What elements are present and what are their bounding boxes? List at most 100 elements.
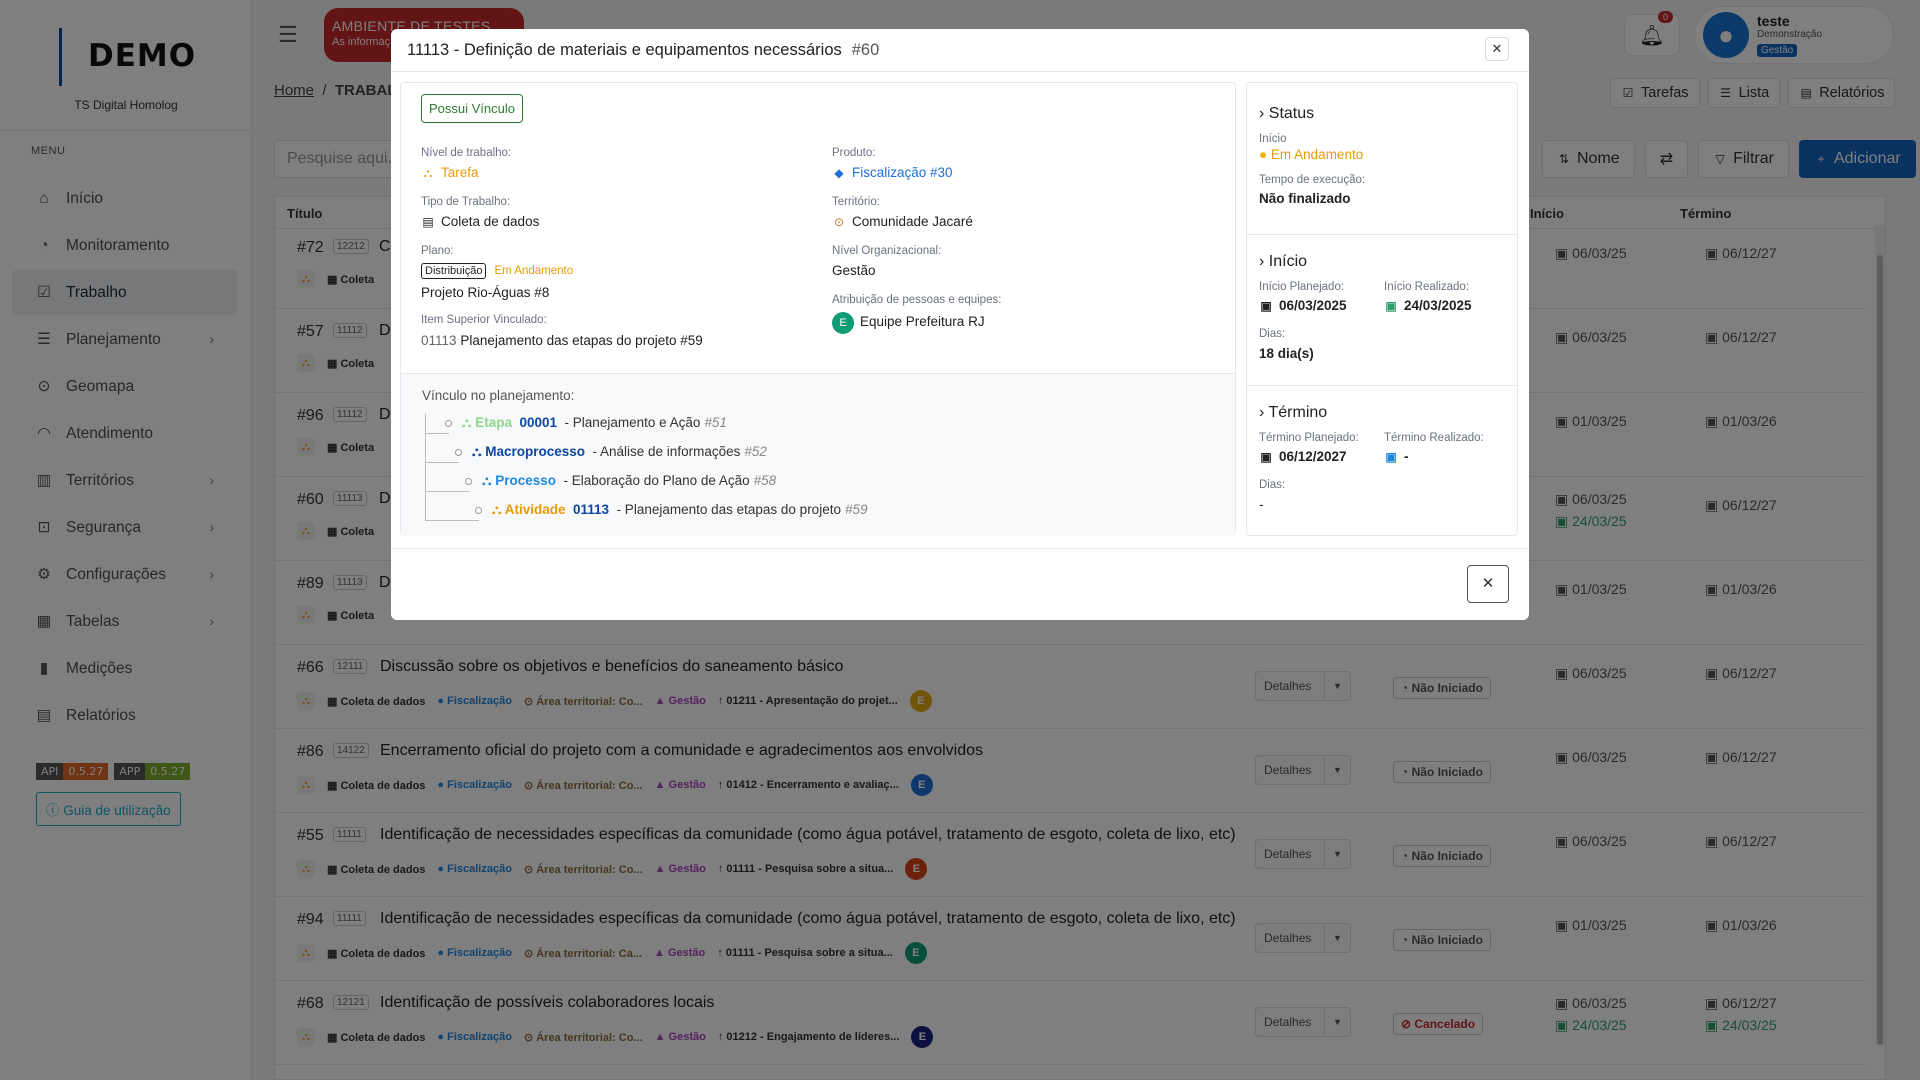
modal-id: #60 <box>851 41 880 59</box>
tree-node <box>455 448 462 456</box>
team-avatar: E <box>832 312 854 334</box>
parent-item-label: Item Superior Vinculado: <box>421 314 547 326</box>
tree-connector <box>425 463 469 492</box>
end-title[interactable]: › Término <box>1259 404 1327 422</box>
etapa-icon: ⛬ <box>462 415 476 430</box>
close-button[interactable]: ✕ <box>1485 37 1509 61</box>
start-section: › Início Início Planejado: ▣ 06/03/2025 I… <box>1247 235 1517 386</box>
status-value: ● Em Andamento <box>1259 147 1363 162</box>
end-planned-label: Término Planejado: <box>1259 432 1359 444</box>
assignment-label: Atribuição de pessoas e equipes: <box>832 294 1002 306</box>
tree-ref: #51 <box>704 415 727 430</box>
footer-close-button[interactable]: ✕ <box>1467 565 1509 603</box>
work-type-label: Tipo de Trabalho: <box>421 196 511 208</box>
tree-connector <box>425 492 479 521</box>
start-planned-label: Início Planejado: <box>1259 281 1345 293</box>
document-icon: ▤ <box>422 215 434 229</box>
modal-title-text: 11113 - Definição de materiais e equipam… <box>407 41 842 59</box>
product-label: Produto: <box>832 147 876 159</box>
tree-item-etapa[interactable]: ⛬ Etapa 00001 - Planejamento e Ação #51 <box>445 415 727 431</box>
planning-link-area: Vínculo no planejamento: ⛬ Etapa 00001 -… <box>401 373 1235 536</box>
status-panel: › Status Início ● Em Andamento Tempo de … <box>1246 82 1518 536</box>
end-days-label: Dias: <box>1259 479 1286 491</box>
end-section: › Término Término Planejado: ▣ 06/12/2027… <box>1247 386 1517 537</box>
parent-item-value[interactable]: 01113 Planejamento das etapas do projeto… <box>421 333 703 348</box>
work-level-value: ⛬ Tarefa <box>421 165 479 181</box>
end-planned-text: 06/12/2027 <box>1279 449 1347 464</box>
cube-icon: ◆ <box>834 166 844 180</box>
work-level-label: Nível de trabalho: <box>421 147 512 159</box>
start-realized-label: Início Realizado: <box>1384 281 1470 293</box>
tree-item-processo[interactable]: ⛬ Processo - Elaboração do Plano de Ação… <box>465 473 776 489</box>
assignment-value: E Equipe Prefeitura RJ <box>832 312 985 334</box>
tree-item-atividade[interactable]: ⛬ Atividade 01113 - Planejamento das eta… <box>475 502 868 518</box>
end-realized-text: - <box>1404 449 1409 464</box>
status-dot-icon: ● <box>1259 147 1271 162</box>
modal-footer: ✕ <box>391 548 1529 620</box>
tree-text: - Planejamento das etapas do projeto <box>616 502 841 517</box>
work-type-value: ▤ Coleta de dados <box>421 214 539 229</box>
end-realized-label: Término Realizado: <box>1384 432 1484 444</box>
tree-text: - Análise de informações <box>592 444 741 459</box>
end-planned-value: ▣ 06/12/2027 <box>1259 449 1347 464</box>
modal-body: Possui Vínculo Nível de trabalho: ⛬ Taref… <box>400 82 1520 542</box>
territory-text: Comunidade Jacaré <box>852 214 973 229</box>
status-section: › Status Início ● Em Andamento Tempo de … <box>1247 83 1517 235</box>
calendar-icon: ▣ <box>1385 450 1397 464</box>
plan-tags: Distribuição Em Andamento <box>421 262 573 279</box>
plan-value[interactable]: Projeto Rio-Águas #8 <box>421 285 549 300</box>
task-info-panel: Possui Vínculo Nível de trabalho: ⛬ Taref… <box>400 82 1236 536</box>
start-days-label: Dias: <box>1259 328 1286 340</box>
close-icon: ✕ <box>1481 575 1495 592</box>
tree-node <box>465 477 472 485</box>
parent-item-text: Planejamento das etapas do projeto #59 <box>460 333 703 348</box>
modal-title: 11113 - Definição de materiais e equipam… <box>407 41 879 60</box>
tree-text: - Elaboração do Plano de Ação <box>563 473 750 488</box>
start-title[interactable]: › Início <box>1259 253 1307 271</box>
calendar-icon: ▣ <box>1260 299 1272 313</box>
tree-node <box>475 506 482 514</box>
close-icon: ✕ <box>1491 41 1503 56</box>
tree-item-macroprocesso[interactable]: ⛬ Macroprocesso - Análise de informações… <box>455 444 767 460</box>
activity-icon: ⛬ <box>492 502 505 517</box>
start-planned-value: ▣ 06/03/2025 <box>1259 298 1347 313</box>
modal-header: 11113 - Definição de materiais e equipam… <box>391 29 1529 72</box>
parent-item-code: 01113 <box>421 333 457 348</box>
end-days-value: - <box>1259 497 1264 512</box>
start-realized-value: ▣ 24/03/2025 <box>1384 298 1472 313</box>
org-level-value: Gestão <box>832 263 876 278</box>
calendar-icon: ▣ <box>1260 450 1272 464</box>
process-icon: ⛬ <box>482 473 496 488</box>
tree-node <box>445 419 452 427</box>
calendar-check-icon: ▣ <box>1385 299 1397 313</box>
status-value-text: Em Andamento <box>1270 147 1364 162</box>
org-level-label: Nível Organizacional: <box>832 245 942 257</box>
tree-text: - Planejamento e Ação <box>564 415 701 430</box>
end-realized-value: ▣ - <box>1384 449 1409 464</box>
plan-type-tag: Distribuição <box>421 263 487 279</box>
start-title-text: Início <box>1268 253 1308 270</box>
territory-value: ⊙ Comunidade Jacaré <box>832 214 973 229</box>
work-type-text: Coleta de dados <box>441 214 540 229</box>
tree-kind: Processo <box>495 473 556 488</box>
start-planned-text: 06/03/2025 <box>1279 298 1347 313</box>
planning-link-label: Vínculo no planejamento: <box>422 388 575 403</box>
tree-code: 01113 <box>572 502 610 517</box>
product-value[interactable]: ◆ Fiscalização #30 <box>832 165 953 180</box>
exec-time-label: Tempo de execução: <box>1259 174 1366 186</box>
link-badge: Possui Vínculo <box>421 94 523 123</box>
product-text: Fiscalização #30 <box>852 165 953 180</box>
task-detail-modal: 11113 - Definição de materiais e equipam… <box>391 29 1529 620</box>
status-start-label: Início <box>1259 133 1287 145</box>
hierarchy-icon: ⛬ <box>423 166 433 180</box>
status-title[interactable]: › Status <box>1259 105 1314 123</box>
start-realized-text: 24/03/2025 <box>1404 298 1472 313</box>
tree-kind: Macroprocesso <box>485 444 585 459</box>
assignment-text: Equipe Prefeitura RJ <box>860 314 985 329</box>
work-level-text: Tarefa <box>441 165 479 180</box>
start-days-value: 18 dia(s) <box>1259 346 1314 361</box>
tree-kind: Atividade <box>504 502 566 517</box>
tree-ref: #59 <box>844 502 868 517</box>
plan-label: Plano: <box>421 245 454 257</box>
plan-status: Em Andamento <box>494 265 574 277</box>
